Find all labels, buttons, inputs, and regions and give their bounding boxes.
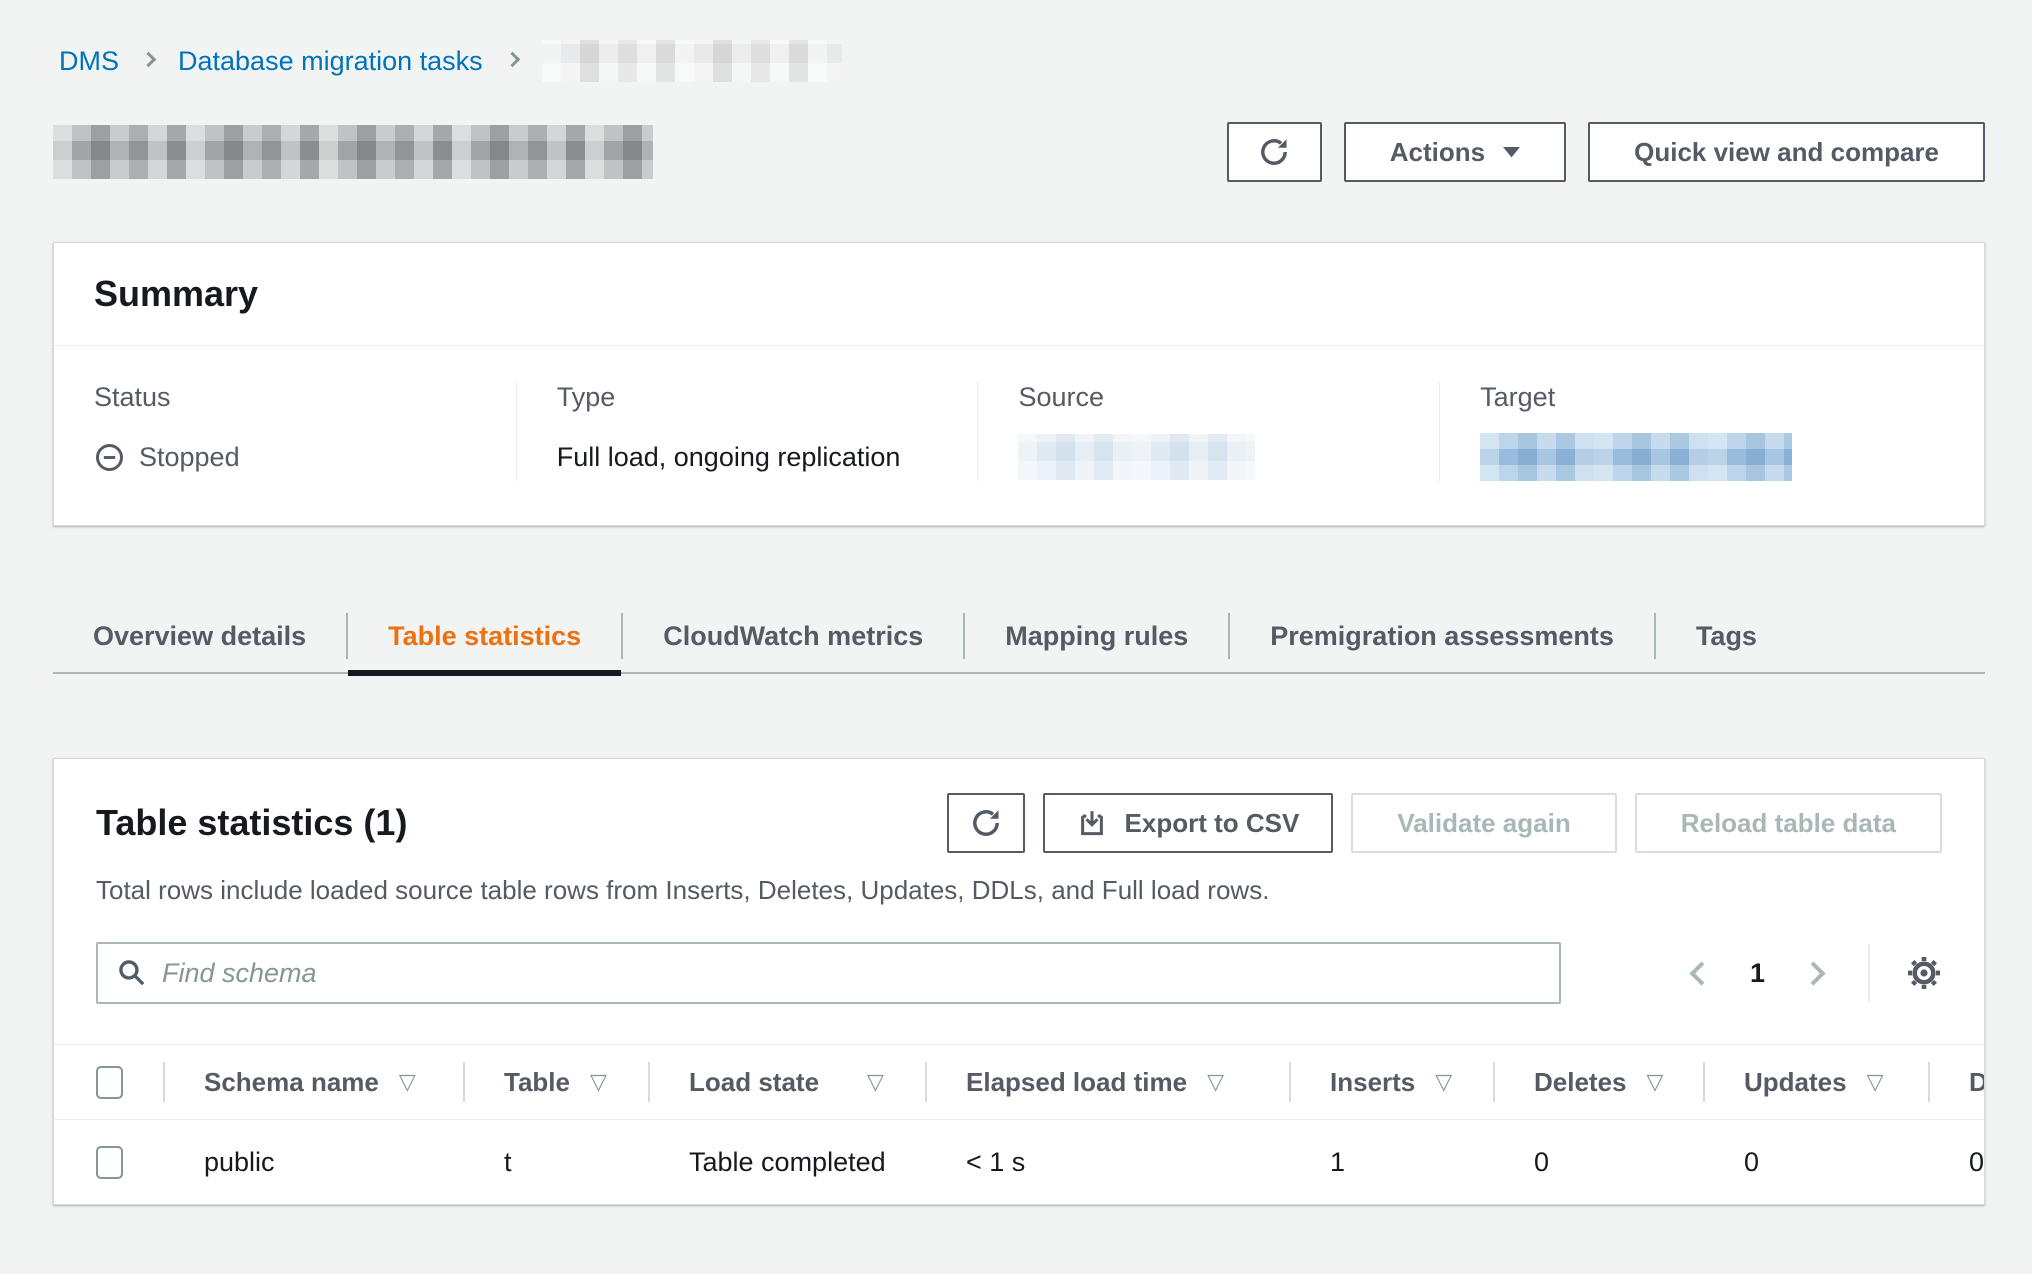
current-page-number: 1: [1750, 958, 1765, 989]
cell-table: t: [463, 1147, 648, 1178]
export-csv-label: Export to CSV: [1125, 808, 1300, 839]
find-schema-input[interactable]: [96, 942, 1561, 1004]
header-checkbox-cell: [54, 1045, 163, 1119]
statistics-table: Schema name ▽ Table ▽ Load state ▽ Elaps…: [54, 1044, 1985, 1204]
chevron-left-icon: [1689, 961, 1713, 985]
status-label: Status: [94, 382, 476, 413]
summary-body: Status Stopped Type Full load, ongoing r…: [54, 346, 1984, 525]
tab-cloudwatch-metrics[interactable]: CloudWatch metrics: [623, 600, 963, 672]
summary-target-column: Target: [1439, 382, 1984, 481]
column-header-schema-name[interactable]: Schema name ▽: [163, 1045, 463, 1119]
redacted-task-name: [542, 40, 842, 82]
table-statistics-actions: Export to CSV Validate again Reload tabl…: [947, 793, 1942, 853]
sort-icon[interactable]: ▽: [1647, 1069, 1664, 1095]
download-icon: [1077, 808, 1107, 838]
validate-again-label: Validate again: [1397, 808, 1570, 839]
breadcrumb-tasks-link[interactable]: Database migration tasks: [178, 46, 483, 77]
redacted-source-endpoint[interactable]: [1018, 434, 1255, 480]
summary-source-column: Source: [977, 382, 1439, 481]
sort-icon[interactable]: ▽: [590, 1069, 607, 1095]
cell-ddls: 0: [1928, 1147, 1985, 1178]
cell-updates: 0: [1703, 1147, 1928, 1178]
preferences-button[interactable]: [1906, 955, 1942, 991]
summary-card: Summary Status Stopped Type Full load, o…: [53, 242, 1985, 526]
sort-icon[interactable]: ▽: [1867, 1069, 1884, 1095]
cell-schema-name: public: [163, 1147, 463, 1178]
sort-icon[interactable]: ▽: [1435, 1069, 1452, 1095]
export-csv-button[interactable]: Export to CSV: [1043, 793, 1334, 853]
validate-again-button[interactable]: Validate again: [1351, 793, 1616, 853]
status-value: Stopped: [139, 442, 240, 473]
cell-inserts: 1: [1289, 1147, 1493, 1178]
redacted-page-title: [53, 125, 653, 179]
schema-search: [96, 942, 1561, 1004]
page-header: Actions Quick view and compare: [53, 122, 1985, 182]
table-statistics-card: Table statistics (1) Export to CSV Valid…: [53, 758, 1985, 1205]
cell-load-state: Table completed: [648, 1147, 925, 1178]
breadcrumb: DMS Database migration tasks: [53, 40, 1985, 82]
row-checkbox[interactable]: [96, 1146, 123, 1179]
table-statistics-title: Table statistics (1): [96, 802, 407, 844]
caret-down-icon: [1503, 146, 1520, 158]
tab-mapping-rules[interactable]: Mapping rules: [965, 600, 1228, 672]
pagination-divider: [1868, 944, 1870, 1002]
type-label: Type: [557, 382, 938, 413]
column-header-inserts[interactable]: Inserts ▽: [1289, 1045, 1493, 1119]
select-all-checkbox[interactable]: [96, 1066, 123, 1099]
next-page-button[interactable]: [1765, 965, 1822, 982]
table-refresh-button[interactable]: [947, 793, 1025, 853]
source-label: Source: [1018, 382, 1399, 413]
quick-view-label: Quick view and compare: [1634, 137, 1939, 168]
reload-table-data-button[interactable]: Reload table data: [1635, 793, 1942, 853]
sort-icon[interactable]: ▽: [399, 1069, 416, 1095]
pagination: 1: [1693, 944, 1942, 1002]
refresh-icon: [970, 807, 1002, 839]
previous-page-button[interactable]: [1693, 965, 1750, 982]
stopped-status-icon: [94, 442, 125, 473]
column-header-updates[interactable]: Updates ▽: [1703, 1045, 1928, 1119]
summary-title: Summary: [94, 273, 258, 314]
summary-status-column: Status Stopped: [54, 382, 516, 481]
actions-label: Actions: [1390, 137, 1485, 168]
quick-view-compare-button[interactable]: Quick view and compare: [1588, 122, 1985, 182]
tab-premigration-assessments[interactable]: Premigration assessments: [1230, 600, 1654, 672]
sort-icon[interactable]: ▽: [1207, 1069, 1224, 1095]
breadcrumb-dms-link[interactable]: DMS: [59, 46, 119, 77]
table-statistics-description: Total rows include loaded source table r…: [54, 853, 1984, 906]
table-statistics-header: Table statistics (1) Export to CSV Valid…: [54, 759, 1984, 853]
toolbar: Actions Quick view and compare: [1227, 122, 1985, 182]
cell-elapsed-load-time: < 1 s: [925, 1147, 1289, 1178]
filter-row: 1: [54, 906, 1984, 1004]
target-label: Target: [1480, 382, 1944, 413]
gear-icon: [1906, 955, 1942, 991]
column-header-deletes[interactable]: Deletes ▽: [1493, 1045, 1703, 1119]
column-header-ddls[interactable]: DDLs: [1928, 1045, 1985, 1119]
dms-task-page: DMS Database migration tasks Actions Qui…: [0, 0, 1985, 1205]
task-tabs: Overview details Table statistics CloudW…: [53, 600, 1985, 674]
type-value: Full load, ongoing replication: [557, 433, 938, 481]
chevron-right-icon: [1801, 961, 1825, 985]
summary-card-header: Summary: [54, 243, 1984, 346]
chevron-right-icon: [141, 52, 157, 68]
refresh-button[interactable]: [1227, 122, 1322, 182]
column-header-elapsed-load-time[interactable]: Elapsed load time ▽: [925, 1045, 1289, 1119]
table-row: public t Table completed < 1 s 1 0 0 0: [54, 1120, 1985, 1204]
tab-tags[interactable]: Tags: [1656, 600, 1797, 672]
reload-table-data-label: Reload table data: [1681, 808, 1896, 839]
actions-button[interactable]: Actions: [1344, 122, 1566, 182]
column-header-load-state[interactable]: Load state ▽: [648, 1045, 925, 1119]
tab-table-statistics[interactable]: Table statistics: [348, 600, 621, 672]
sort-icon[interactable]: ▽: [867, 1069, 884, 1095]
tab-overview-details[interactable]: Overview details: [53, 600, 346, 672]
summary-type-column: Type Full load, ongoing replication: [516, 382, 978, 481]
table-header-row: Schema name ▽ Table ▽ Load state ▽ Elaps…: [54, 1044, 1985, 1120]
refresh-icon: [1258, 136, 1290, 168]
cell-deletes: 0: [1493, 1147, 1703, 1178]
column-header-table[interactable]: Table ▽: [463, 1045, 648, 1119]
chevron-right-icon: [504, 52, 520, 68]
row-checkbox-cell: [54, 1120, 163, 1204]
redacted-target-endpoint[interactable]: [1480, 433, 1792, 481]
